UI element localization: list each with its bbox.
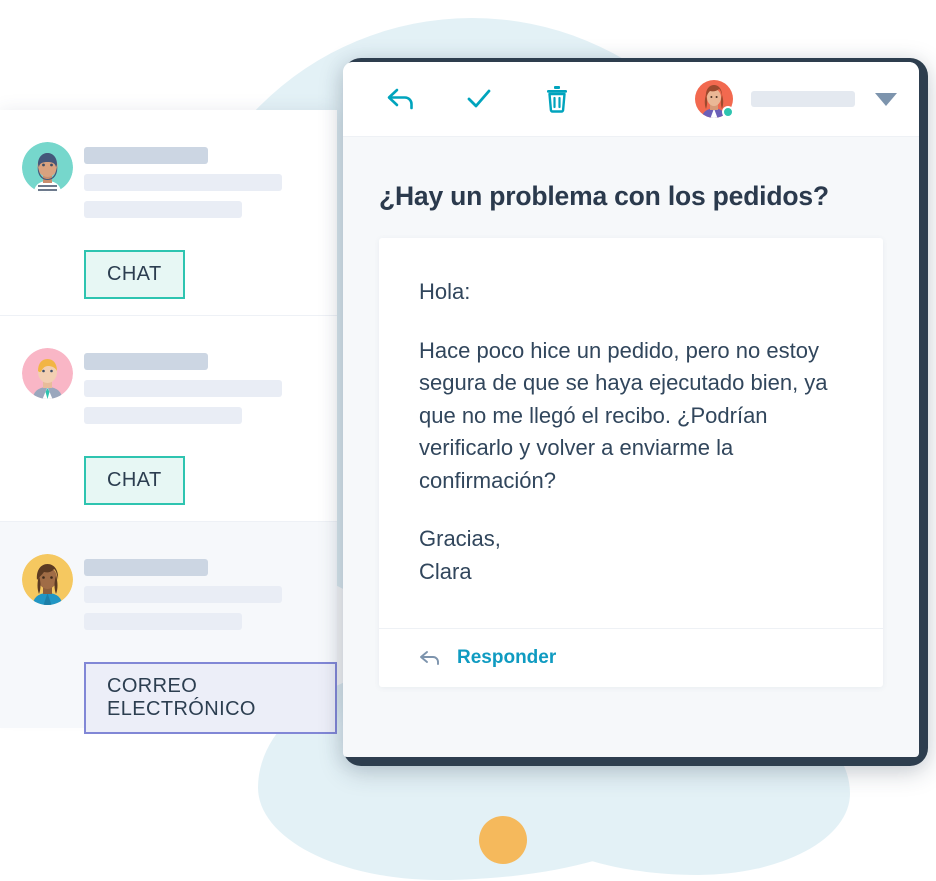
email-toolbar [343, 62, 919, 137]
screenshot-root: CHAT CHAT CORREO ELECTRÓNICO ¿Hay un pro… [0, 0, 936, 881]
placeholder-bar-name [84, 353, 208, 370]
placeholder-bar-line1 [84, 586, 282, 603]
channel-badge-chat[interactable]: CHAT [84, 456, 185, 505]
placeholder-bar-username [751, 91, 855, 107]
email-body-greeting: Hola: [419, 279, 471, 304]
checkmark-icon [467, 89, 491, 108]
delete-button[interactable] [535, 77, 579, 121]
trash-icon [547, 86, 567, 113]
placeholder-bar-line2 [84, 613, 242, 630]
chevron-down-icon[interactable] [875, 92, 897, 106]
channel-badge-email[interactable]: CORREO ELECTRÓNICO [84, 662, 337, 734]
placeholder-bar-line2 [84, 201, 242, 218]
email-subject: ¿Hay un problema con los pedidos? [379, 181, 829, 211]
decorative-small-circle [428, 855, 450, 877]
placeholder-text-lines [84, 349, 337, 424]
avatar [22, 142, 73, 193]
email-body: Hola: Hace poco hice un pedido, pero no … [379, 238, 883, 628]
list-item[interactable]: CHAT [0, 316, 337, 522]
email-message-card: Hola: Hace poco hice un pedido, pero no … [379, 238, 883, 688]
toolbar-user-area [695, 80, 897, 118]
avatar [22, 554, 73, 605]
placeholder-text-lines [84, 143, 337, 218]
reply-arrow-icon [419, 649, 441, 667]
placeholder-text-lines [84, 555, 337, 630]
email-body-paragraph: Hace poco hice un pedido, pero no estoy … [419, 337, 828, 493]
placeholder-bar-name [84, 147, 208, 164]
reply-arrow-icon [387, 88, 413, 110]
decorative-orange-circle [479, 816, 527, 864]
avatar [22, 348, 73, 399]
conversation-list-panel: CHAT CHAT CORREO ELECTRÓNICO [0, 110, 337, 734]
placeholder-bar-line2 [84, 407, 242, 424]
email-footer: Responder [379, 628, 883, 687]
placeholder-bar-line1 [84, 174, 282, 191]
placeholder-bar-line1 [84, 380, 282, 397]
avatar[interactable] [695, 80, 734, 118]
email-detail-card: ¿Hay un problema con los pedidos? Hola: … [343, 62, 919, 757]
online-status-indicator [722, 106, 734, 118]
list-item[interactable]: CHAT [0, 110, 337, 316]
list-item[interactable]: CORREO ELECTRÓNICO [0, 522, 337, 734]
placeholder-bar-name [84, 559, 208, 576]
email-body-signature: Gracias, Clara [419, 526, 501, 584]
reply-link[interactable]: Responder [457, 647, 556, 669]
channel-badge-chat[interactable]: CHAT [84, 250, 185, 299]
mark-done-button[interactable] [457, 77, 501, 121]
reply-button[interactable] [379, 77, 423, 121]
